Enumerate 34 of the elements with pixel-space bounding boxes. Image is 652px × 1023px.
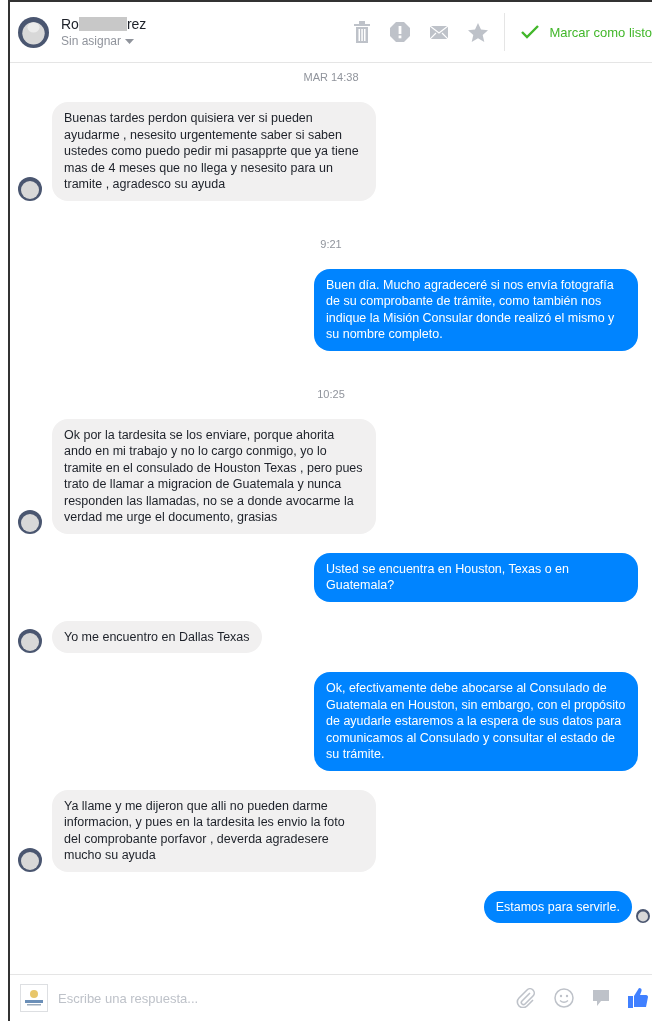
- message-bubble: Usted se encuentra en Houston, Texas o en Guatemala?: [314, 552, 638, 602]
- message-bubble: Ok, efectivamente debe abocarse al Consulado de Guatemala en Houston, sin embargo, con el propósito de ayudarle estaremos a la espera de sus datos para comunicamos al Consulado y consultar el estado de su trámite.: [314, 672, 638, 771]
- redaction-block: [78, 17, 127, 31]
- alert-icon[interactable]: [390, 22, 411, 42]
- message-bubble: Estamos para servirle.: [483, 890, 632, 923]
- contact-name: rez: [126, 16, 147, 32]
- star-icon[interactable]: [468, 22, 489, 42]
- timestamp: MAR 14:38: [303, 71, 359, 83]
- contact-name: Ro: [61, 16, 79, 32]
- mark-done-button[interactable]: Marcar como listo: [505, 24, 652, 40]
- logo-icon: [20, 984, 48, 1012]
- avatar: [18, 629, 42, 653]
- timestamp: 10:25: [317, 387, 345, 400]
- caret-icon: [125, 38, 135, 44]
- speech-bubble-icon[interactable]: [592, 989, 610, 1007]
- envelope-icon[interactable]: [430, 25, 449, 39]
- avatar: [18, 16, 49, 48]
- message-bubble: Buen día. Mucho agradeceré si nos envía fotografía de su comprobante de trámite, como también nos indique la Misión Consular donde realizó el mismo y su nombre completo.: [314, 268, 638, 351]
- assignee-dropdown[interactable]: Sin asignar: [61, 34, 147, 48]
- message-bubble: Ya llame y me dijeron que alli no pueden darme informacion, y pues en la tardesita les envio la foto del comprobante porfavor , deverda agradesere mucho su ayuda: [52, 789, 376, 872]
- smiley-icon[interactable]: [554, 988, 574, 1008]
- thumbs-up-icon[interactable]: [628, 988, 648, 1008]
- avatar: [18, 847, 42, 872]
- trash-icon[interactable]: [354, 21, 371, 43]
- message-bubble: Ok por la tardesita se los enviare, porque ahorita ando en mi trabajo y no lo cargo conmigo, yo lo tramite en el consulado de Houston Texas , pero pues trato de llamar a migracion de Guatemala y nunca responden las llamadas, no se a donde avocarme la verdad me urge el documento, grasias: [52, 418, 376, 534]
- reply-field[interactable]: Escribe una respuesta...: [56, 989, 498, 1007]
- paperclip-icon[interactable]: [516, 988, 536, 1008]
- seen-avatar: [636, 909, 650, 923]
- checkmark-icon: [521, 25, 540, 39]
- avatar: [18, 176, 42, 201]
- timestamp: 9:21: [320, 237, 342, 250]
- avatar: [18, 509, 42, 534]
- message-bubble: Yo me encuentro en Dallas Texas: [52, 620, 262, 653]
- message-bubble: Buenas tardes perdon quisiera ver si pueden ayudarme , nesesito urgentemente saber si saben ustedes como puedo pedir mi pasapprte que ya tiene mas de 4 meses que no llega y nesesito para un tramite , agradesco su ayuda: [52, 102, 376, 201]
